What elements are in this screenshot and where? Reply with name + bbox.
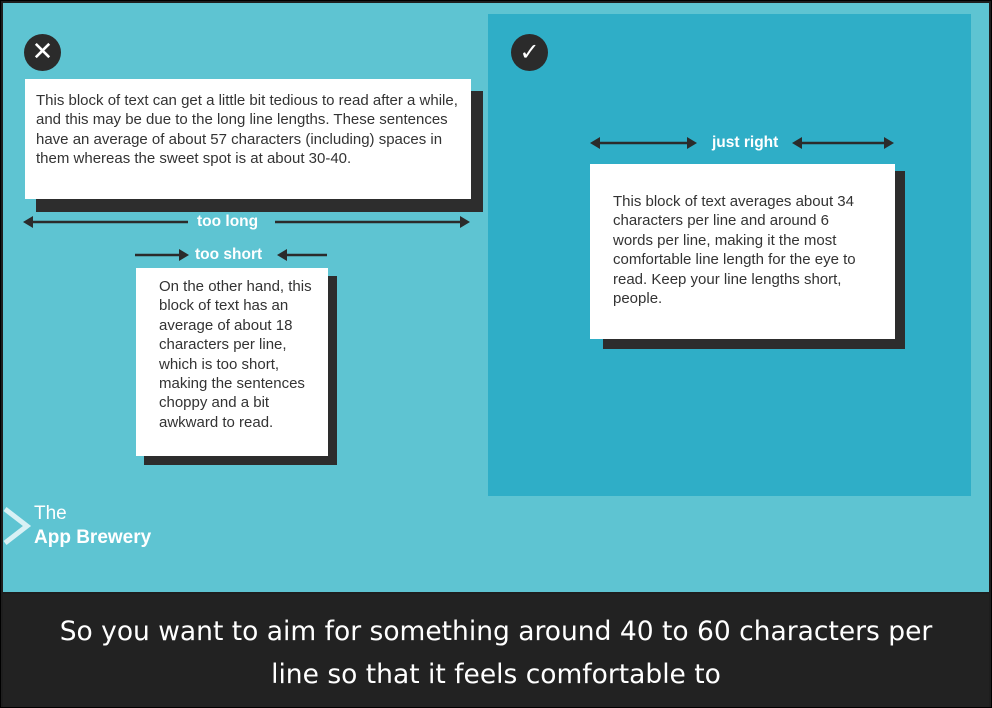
caption-line-1: So you want to aim for something around … [59, 616, 933, 647]
video-frame: ✕ ✓ This block of text can get a little … [0, 0, 992, 708]
lesson-slide: ✕ ✓ This block of text can get a little … [3, 3, 989, 592]
just-right-label: just right [712, 134, 779, 151]
logo-text-app-brewery: App Brewery [34, 527, 152, 548]
logo-text-the: The [34, 503, 67, 524]
right-text-block: This block of text averages about 34 cha… [590, 164, 895, 339]
subtitle-caption: So you want to aim for something around … [3, 594, 989, 707]
app-brewery-chevron-icon [3, 507, 32, 545]
caption-line-2: line so that it feels comfortable to [271, 659, 721, 690]
